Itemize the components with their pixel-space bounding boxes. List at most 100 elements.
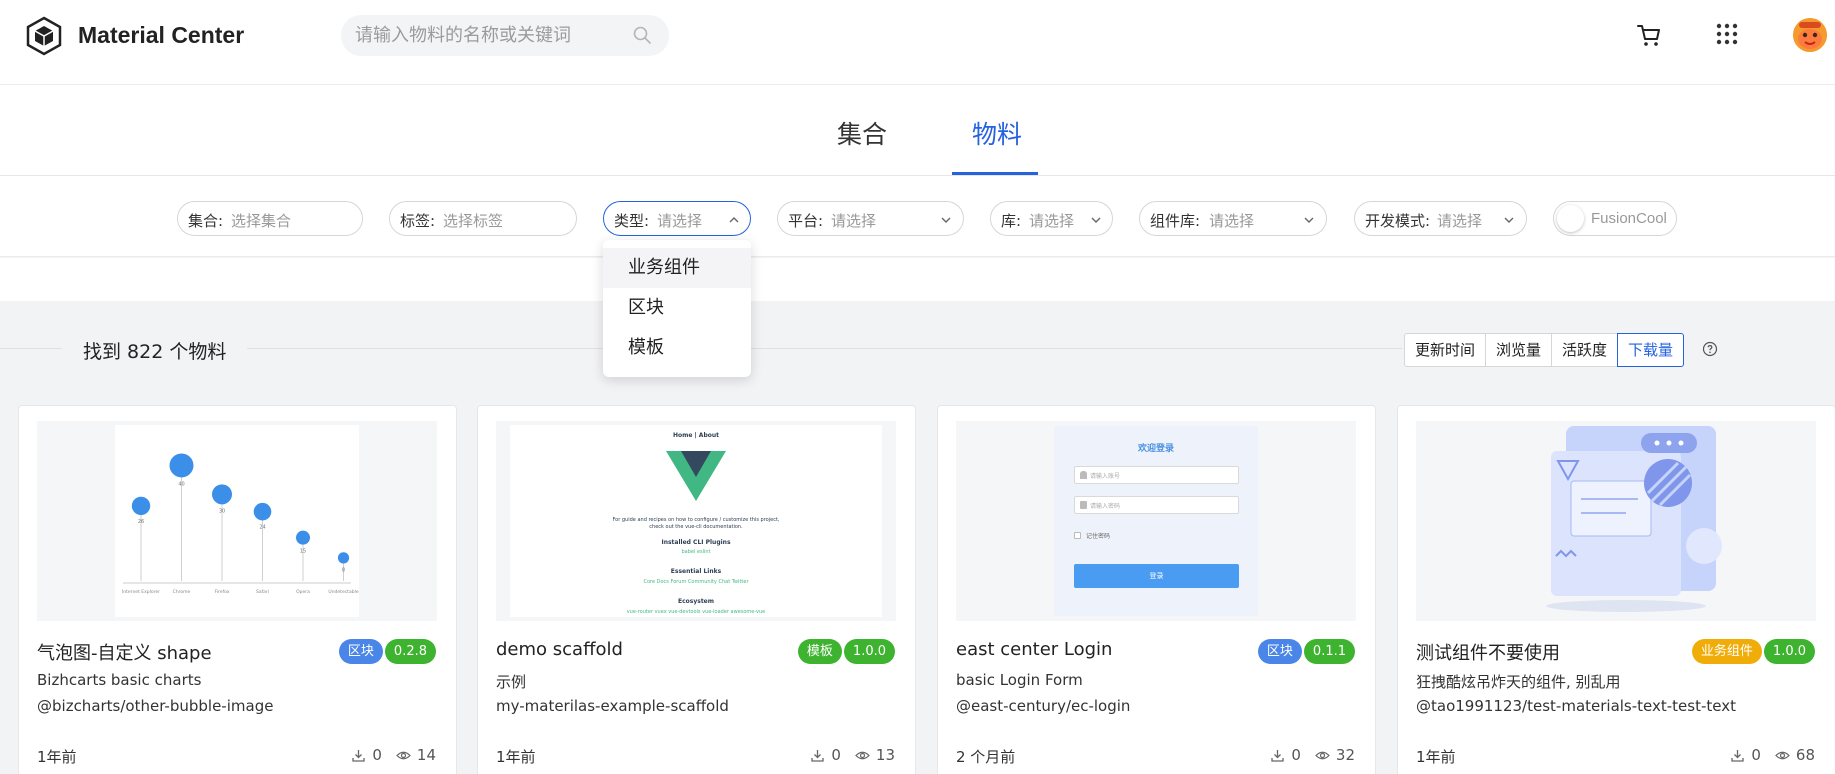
view-count: 32 [1335,746,1355,764]
card-description: 狂拽酷炫吊炸天的组件, 别乱用 [1416,673,1621,691]
filter-label: 类型: [614,212,650,230]
card-title: 测试组件不要使用 [1416,643,1560,664]
active-tab-indicator [952,172,1038,175]
bubble-category-label: Internet Explorer [122,589,160,595]
main-tabs: 集合 物料 [0,85,1835,176]
filter-platform[interactable]: 平台: 请选择 [777,201,964,236]
tab-collection[interactable]: 集合 [837,115,887,151]
type-badge: 区块 [1257,639,1302,664]
search-input[interactable] [355,15,625,56]
card-title: 气泡图-自定义 shape [37,643,212,664]
tab-material[interactable]: 物料 [972,115,1022,151]
card-package-name: my-materilas-example-scaffold [496,697,729,715]
chevron-down-icon [1091,217,1101,223]
chevron-down-icon [1304,217,1314,223]
preview-links: Core Docs Forum Community Chat Twitter [643,579,749,585]
user-icon [1080,471,1087,479]
card-preview-image: 欢迎登录 请输入账号 请输入密码 记住密码 登录 [956,421,1356,621]
chevron-down-icon [941,217,951,223]
download-count: 0 [831,746,841,764]
card-badges: 业务组件 1.0.0 [1690,639,1815,664]
lock-icon [1080,501,1087,509]
material-card[interactable]: Home | About For guide and recipes on ho… [477,405,916,774]
filter-label: 开发模式: [1365,212,1431,230]
download-icon [811,749,825,762]
filter-type[interactable]: 类型: 请选择 [603,201,751,236]
bubble-category-label: Chrome [173,589,191,595]
filter-library[interactable]: 库: 请选择 [990,201,1113,236]
login-preview-password-placeholder: 请输入密码 [1090,503,1121,510]
preview-heading: Essential Links [670,568,722,575]
filter-tag[interactable]: 标签: 选择标签 [389,201,577,236]
login-preview-password-field: 请输入密码 [1074,496,1239,514]
material-card[interactable]: 欢迎登录 请输入账号 请输入密码 记住密码 登录 east center Log… [937,405,1376,774]
eye-icon [855,751,870,759]
card-updated-time: 1年前 [496,748,536,766]
bubble-value-label: 15 [300,549,306,555]
dropdown-item-template[interactable]: 模板 [603,328,751,368]
card-updated-time: 1年前 [37,748,77,766]
eye-icon [1315,751,1330,759]
cart-icon[interactable] [1636,22,1662,48]
bubble-point [169,453,194,478]
download-count: 0 [1751,746,1761,764]
filter-dev-mode[interactable]: 开发模式: 请选择 [1354,201,1527,236]
sort-views-button[interactable]: 浏览量 [1485,333,1553,367]
bubble-value-label: 40 [178,481,184,487]
card-package-name: @bizcharts/other-bubble-image [37,697,274,715]
card-stats: 0 68 [1730,746,1815,764]
card-description: basic Login Form [956,671,1083,689]
preview-nav: Home | About [672,432,720,439]
filter-value: 请选择 [1437,212,1483,230]
preview-heading: Installed CLI Plugins [661,539,731,546]
filter-label: 集合: [188,212,224,230]
login-preview-account-placeholder: 请输入账号 [1090,473,1121,480]
dropdown-item-block[interactable]: 区块 [603,288,751,328]
card-stats: 0 13 [810,746,895,764]
checkbox-icon [1074,532,1081,539]
download-count: 0 [372,746,382,764]
login-preview-account-field: 请输入账号 [1074,466,1239,484]
preview-text: For guide and recipes on how to configur… [612,517,780,523]
dropdown-item-business-component[interactable]: 业务组件 [603,248,751,288]
version-badge: 0.1.1 [1303,639,1355,664]
card-preview-image: Home | About For guide and recipes on ho… [496,421,896,621]
help-circle-icon[interactable] [1702,341,1718,357]
version-badge: 0.2.8 [384,639,436,664]
eye-icon [396,751,411,759]
avatar[interactable] [1793,18,1827,52]
preview-links: babel eslint [681,549,711,555]
material-card[interactable]: 测试组件不要使用 业务组件 1.0.0 狂拽酷炫吊炸天的组件, 别乱用 @tao… [1397,405,1835,774]
top-header: Material Center [0,0,1835,85]
sort-activity-button[interactable]: 活跃度 [1551,333,1619,367]
card-updated-time: 1年前 [1416,748,1456,766]
search-icon[interactable] [632,25,652,45]
sort-update-time-button[interactable]: 更新时间 [1404,333,1487,367]
filter-label: 组件库: [1150,212,1201,230]
download-icon [352,749,366,762]
result-count: 找到 822 个物料 [83,341,227,363]
bubble-category-label: Safari [256,589,269,595]
filter-value: 请选择 [657,212,703,230]
type-badge: 模板 [797,639,842,664]
apps-grid-icon[interactable] [1715,22,1739,46]
fusioncool-toggle[interactable]: FusionCool [1553,201,1677,236]
toggle-knob [1557,205,1584,232]
sort-downloads-button[interactable]: 下载量 [1617,333,1685,367]
divider [247,348,1402,349]
card-description: 示例 [496,673,527,691]
bubble-chart-preview: 26 Internet Explorer 40 Chrome 30 Firefox 24 Sa… [115,425,359,617]
download-count: 0 [1291,746,1301,764]
material-card[interactable]: 26 Internet Explorer 40 Chrome 30 Firefox 24 Sa… [18,405,457,774]
preview-links: vue-router vuex vue-devtools vue-loader … [626,609,766,615]
chevron-up-icon [729,217,739,223]
bubble-point [337,552,350,564]
view-count: 68 [1795,746,1815,764]
search-bar [341,15,669,56]
filter-collection[interactable]: 集合: 选择集合 [177,201,363,236]
bubble-value-label: 8 [342,567,345,573]
download-icon [1271,749,1285,762]
logo-cube-icon[interactable] [24,16,64,56]
card-stats: 0 14 [351,746,436,764]
filter-component-library[interactable]: 组件库: 请选择 [1139,201,1327,236]
